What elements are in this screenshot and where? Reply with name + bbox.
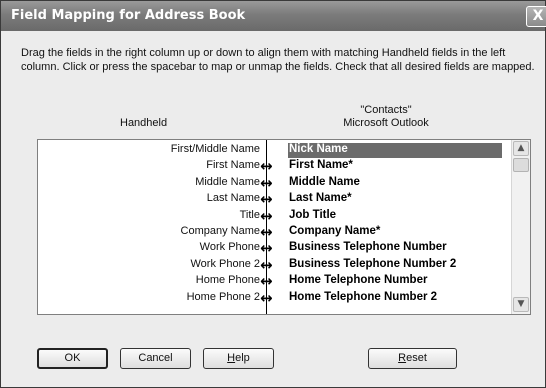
mapping-row[interactable]: Title ↔ Job Title xyxy=(38,207,530,225)
outlook-app-name: Microsoft Outlook xyxy=(343,117,429,129)
dialog-title: Field Mapping for Address Book xyxy=(11,8,246,23)
mapping-row[interactable]: Last Name ↔ Last Name* xyxy=(38,190,530,208)
scroll-up-button[interactable]: ▲ xyxy=(513,141,529,156)
help-label: elp xyxy=(235,352,250,364)
outlook-field-label[interactable]: First Name* xyxy=(288,159,502,174)
mapping-row[interactable]: First/Middle Name Nick Name xyxy=(38,142,530,158)
close-button[interactable]: X xyxy=(526,6,546,27)
map-arrow-icon[interactable]: ↔ xyxy=(260,190,273,208)
chevron-up-icon: ▲ xyxy=(517,143,525,153)
close-icon: X xyxy=(532,8,544,24)
outlook-field-label[interactable]: Nick Name xyxy=(288,143,502,158)
cancel-button[interactable]: Cancel xyxy=(120,348,191,369)
help-button[interactable]: Help xyxy=(203,348,274,369)
outlook-folder-name: "Contacts" xyxy=(360,104,412,116)
instructions-text: Drag the fields in the right column up o… xyxy=(21,47,535,73)
map-arrow-icon[interactable]: ↔ xyxy=(260,289,273,307)
mapping-row[interactable]: Work Phone ↔ Business Telephone Number xyxy=(38,239,530,257)
handheld-column-header: Handheld xyxy=(120,117,168,129)
outlook-field-label[interactable]: Job Title xyxy=(288,209,502,224)
ok-button[interactable]: OK xyxy=(37,348,108,369)
handheld-field-label: First Name xyxy=(206,159,260,172)
outlook-field-label[interactable]: Business Telephone Number 2 xyxy=(288,258,502,273)
chevron-down-icon: ▼ xyxy=(517,299,525,309)
mapping-row[interactable]: Work Phone 2 ↔ Business Telephone Number 2 xyxy=(38,256,530,274)
handheld-field-label: Home Phone xyxy=(195,274,260,287)
mapping-row[interactable]: Home Phone 2 ↔ Home Telephone Number 2 xyxy=(38,289,530,307)
outlook-column-header: "Contacts" Microsoft Outlook xyxy=(341,104,431,130)
outlook-field-label[interactable]: Home Telephone Number xyxy=(288,274,502,289)
reset-mnemonic: R xyxy=(398,352,407,364)
map-arrow-icon[interactable]: ↔ xyxy=(260,223,273,241)
handheld-field-label: Work Phone xyxy=(199,241,260,254)
outlook-field-label[interactable]: Company Name* xyxy=(288,225,502,240)
handheld-field-label: First/Middle Name xyxy=(170,143,260,155)
outlook-field-label[interactable]: Business Telephone Number xyxy=(288,241,502,256)
map-arrow-icon[interactable]: ↔ xyxy=(260,207,273,225)
outlook-field-label[interactable]: Middle Name xyxy=(288,176,502,191)
mapping-row[interactable]: Company Name ↔ Company Name* xyxy=(38,223,530,241)
map-arrow-icon[interactable]: ↔ xyxy=(260,174,273,192)
handheld-field-label: Home Phone 2 xyxy=(186,290,260,303)
mapping-row[interactable]: First Name ↔ First Name* xyxy=(38,157,530,175)
map-arrow-icon[interactable]: ↔ xyxy=(260,239,273,257)
handheld-field-label: Title xyxy=(239,208,260,221)
map-arrow-icon[interactable]: ↔ xyxy=(260,157,273,175)
handheld-field-label: Last Name xyxy=(206,192,260,205)
mapping-row[interactable]: Middle Name ↔ Middle Name xyxy=(38,174,530,192)
scroll-down-button[interactable]: ▼ xyxy=(513,297,529,312)
title-bar[interactable]: Field Mapping for Address Book X xyxy=(1,1,546,31)
scroll-thumb[interactable] xyxy=(513,158,529,172)
field-mapping-dialog: Field Mapping for Address Book X Drag th… xyxy=(0,0,546,388)
outlook-field-label[interactable]: Last Name* xyxy=(288,192,502,207)
handheld-field-label: Middle Name xyxy=(195,175,260,188)
field-mapping-list[interactable]: First/Middle Name Nick Name First Name ↔ Fir… xyxy=(37,139,531,315)
map-arrow-icon[interactable]: ↔ xyxy=(260,256,273,274)
vertical-scrollbar[interactable]: ▲ ▼ xyxy=(511,140,530,314)
handheld-field-label: Company Name xyxy=(180,225,260,237)
reset-label: eset xyxy=(406,352,427,364)
map-arrow-icon[interactable]: ↔ xyxy=(260,272,273,290)
handheld-field-label: Work Phone 2 xyxy=(190,257,260,270)
mapping-row[interactable]: Home Phone ↔ Home Telephone Number xyxy=(38,272,530,290)
reset-button[interactable]: Reset xyxy=(368,348,457,369)
help-mnemonic: H xyxy=(227,352,236,364)
outlook-field-label[interactable]: Home Telephone Number 2 xyxy=(288,291,502,306)
